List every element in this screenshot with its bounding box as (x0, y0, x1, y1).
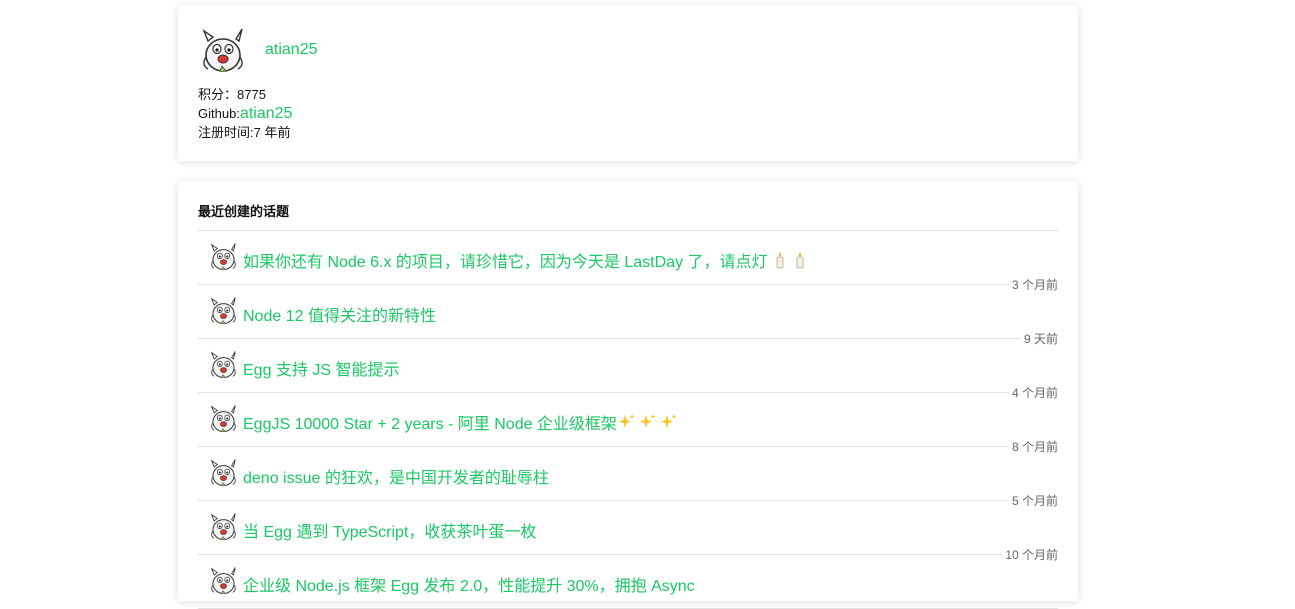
username-link[interactable]: atian25 (265, 41, 318, 59)
score-label: 积分： (198, 87, 238, 102)
section-title: 最近创建的话题 (198, 201, 1058, 231)
topic-link[interactable]: deno issue 的狂欢，是中国开发者的耻辱柱 (243, 464, 549, 488)
sparkles-icon (617, 413, 679, 436)
topic-item: Egg 支持 JS 智能提示 4 个月前 (198, 339, 1058, 399)
score-line: 积分：8775 (198, 85, 1058, 104)
topic-link[interactable]: 企业级 Node.js 框架 Egg 发布 2.0，性能提升 30%，拥抱 As… (243, 572, 695, 596)
register-label: 注册时间: (198, 125, 254, 140)
candle-icon (772, 251, 788, 274)
register-value: 7 年前 (253, 125, 291, 140)
author-avatar[interactable] (208, 403, 239, 434)
topic-link[interactable]: EggJS 10000 Star + 2 years - 阿里 Node 企业级… (243, 410, 679, 436)
author-avatar[interactable] (208, 511, 239, 542)
topic-link[interactable]: Node 12 值得关注的新特性 (243, 302, 436, 326)
recent-topics-card: 最近创建的话题 如果你还有 Node 6.x 的项目，请珍惜它，因为今天是 La… (178, 181, 1078, 609)
candle-icon (792, 251, 808, 274)
github-line: Github:atian25 (198, 104, 1058, 123)
user-profile-card: atian25 积分：8775 Github:atian25 注册时间:7 年前 (178, 5, 1078, 161)
topic-item: deno issue 的狂欢，是中国开发者的耻辱柱 5 个月前 (198, 447, 1058, 507)
author-avatar[interactable] (208, 295, 239, 326)
author-avatar[interactable] (208, 241, 239, 272)
topic-item: 企业级 Node.js 框架 Egg 发布 2.0，性能提升 30%，拥抱 As… (198, 555, 1058, 609)
topic-list: 如果你还有 Node 6.x 的项目，请珍惜它，因为今天是 LastDay 了，… (198, 231, 1058, 609)
topic-item: 如果你还有 Node 6.x 的项目，请珍惜它，因为今天是 LastDay 了，… (198, 231, 1058, 291)
author-avatar[interactable] (208, 457, 239, 488)
author-avatar[interactable] (208, 349, 239, 380)
author-avatar[interactable] (208, 565, 239, 596)
topic-link[interactable]: Egg 支持 JS 智能提示 (243, 356, 399, 380)
register-line: 注册时间:7 年前 (198, 123, 1058, 142)
topic-item: Node 12 值得关注的新特性 9 天前 (198, 285, 1058, 345)
github-label: Github: (198, 106, 240, 121)
user-info: 积分：8775 Github:atian25 注册时间:7 年前 (198, 85, 1058, 142)
user-header: atian25 (198, 25, 1058, 75)
topic-item: EggJS 10000 Star + 2 years - 阿里 Node 企业级… (198, 393, 1058, 453)
topic-item: 当 Egg 遇到 TypeScript，收获茶叶蛋一枚 10 个月前 (198, 501, 1058, 561)
github-link[interactable]: atian25 (240, 105, 293, 122)
user-avatar[interactable] (198, 25, 248, 75)
score-value: 8775 (237, 87, 266, 102)
topic-link[interactable]: 当 Egg 遇到 TypeScript，收获茶叶蛋一枚 (243, 518, 536, 542)
topic-link[interactable]: 如果你还有 Node 6.x 的项目，请珍惜它，因为今天是 LastDay 了，… (243, 248, 808, 274)
